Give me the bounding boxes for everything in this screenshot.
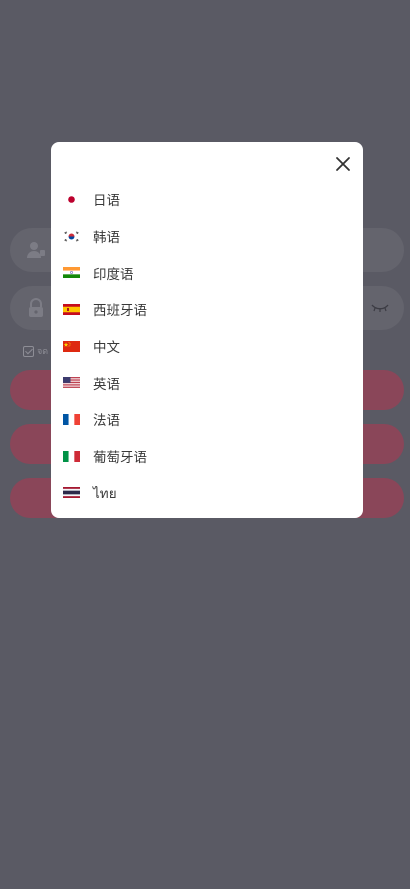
language-label: 日语 [93, 193, 120, 210]
usa-flag-icon [63, 377, 80, 389]
remember-label: จด [37, 347, 49, 357]
language-item-hindi[interactable]: 印度语 [51, 254, 363, 291]
language-item-portuguese[interactable]: 葡萄牙语 [51, 438, 363, 475]
language-label: ไทย [93, 485, 117, 502]
language-item-english[interactable]: 英语 [51, 364, 363, 401]
checkbox-icon[interactable] [23, 345, 34, 357]
language-item-japanese[interactable]: 日语 [51, 181, 363, 218]
close-button[interactable] [335, 156, 351, 172]
eye-closed-icon[interactable] [370, 300, 390, 314]
spain-flag-icon [63, 303, 80, 315]
language-list: 日语 韩语 印度语 西班牙语 中文 英语 法语 葡萄牙语 ไทย [51, 181, 363, 511]
language-label: 中文 [93, 340, 120, 357]
italy-flag-icon [63, 450, 80, 462]
language-label: 法语 [93, 413, 120, 430]
close-icon [336, 157, 350, 171]
language-item-chinese[interactable]: 中文 [51, 328, 363, 365]
language-label: 英语 [93, 376, 120, 393]
language-label: 葡萄牙语 [93, 450, 147, 467]
language-label: 韩语 [93, 230, 120, 247]
language-item-spanish[interactable]: 西班牙语 [51, 291, 363, 328]
language-label: 印度语 [93, 266, 134, 283]
thailand-flag-icon [63, 487, 80, 499]
language-item-thai[interactable]: ไทย [51, 475, 363, 512]
user-icon [27, 242, 45, 258]
france-flag-icon [63, 413, 80, 425]
language-item-french[interactable]: 法语 [51, 401, 363, 438]
remember-me[interactable]: จด [23, 344, 48, 358]
lock-icon [29, 298, 43, 317]
korea-flag-icon [63, 230, 80, 242]
language-item-korean[interactable]: 韩语 [51, 218, 363, 255]
japan-flag-icon [63, 193, 80, 205]
china-flag-icon [63, 340, 80, 352]
india-flag-icon [63, 267, 80, 279]
language-modal: 日语 韩语 印度语 西班牙语 中文 英语 法语 葡萄牙语 ไทย [51, 142, 363, 518]
language-label: 西班牙语 [93, 303, 147, 320]
